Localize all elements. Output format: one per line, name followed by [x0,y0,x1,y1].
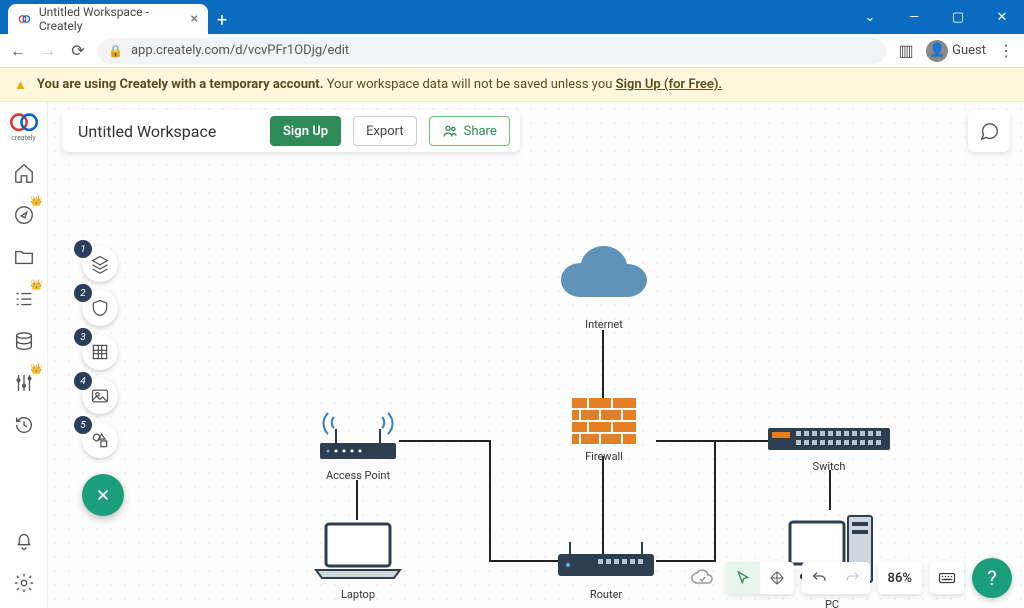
help-button[interactable]: ? [972,558,1012,598]
shape-access-point[interactable]: Access Point [314,407,402,482]
reload-icon[interactable]: ⟳ [68,41,88,61]
back-icon[interactable]: ← [8,41,28,61]
shape-firewall[interactable]: Firewall [572,398,636,463]
redo-button [836,562,870,594]
workspace-topbar: Untitled Workspace Sign Up Export Share [62,110,520,152]
shapes-button[interactable]: 5 [82,422,118,458]
connector[interactable] [656,440,716,442]
lock-icon: 🔒 [108,44,123,58]
temp-account-banner: ▲ You are using Creately with a temporar… [0,68,1024,102]
cloud-sync-icon[interactable] [686,562,718,594]
connector[interactable] [602,330,604,398]
address-bar: ← → ⟳ 🔒 app.creately.com/d/vcvPFr1ODjg/e… [0,34,1024,68]
pointer-tool[interactable] [726,562,760,594]
kebab-menu-icon[interactable]: ⋮ [996,41,1016,61]
close-window-icon[interactable]: ✕ [980,0,1024,34]
cloud-icon [556,242,652,312]
shape-switch[interactable]: Switch [768,428,890,473]
firewall-icon [572,398,636,444]
avatar-icon: 👤 [926,40,948,62]
home-icon[interactable] [11,160,37,186]
banner-text: You are using Creately with a temporary … [37,77,722,92]
people-icon [442,123,458,139]
access-point-icon [314,407,402,463]
connector[interactable] [399,440,491,442]
creately-favicon [18,12,31,26]
list-icon[interactable]: 👑 [11,286,37,312]
minimize-icon[interactable]: — [892,0,936,34]
profile-label: Guest [952,43,986,58]
connector[interactable] [714,440,774,442]
warning-icon: ▲ [14,77,27,93]
share-button[interactable]: Share [429,116,510,146]
grid-button[interactable]: 3 [82,334,118,370]
floating-toolbar: 1 2 3 4 5 [82,198,124,516]
new-tab-button[interactable]: + [208,6,236,34]
connector[interactable] [714,440,716,562]
folder-icon[interactable] [11,244,37,270]
close-tab-icon[interactable]: × [191,11,198,27]
undo-button[interactable] [802,562,836,594]
tab-title: Untitled Workspace - Creately [39,5,183,33]
close-tools-button[interactable] [82,474,124,516]
left-sidebar: creately 👑 👑 👑 [0,68,48,608]
shape-internet[interactable]: Internet [556,242,652,331]
bottom-toolbar: 86% ? [686,558,1012,598]
main-area: Untitled Workspace Sign Up Export Share [48,68,1024,608]
connector[interactable] [356,480,358,520]
workspace-name[interactable]: Untitled Workspace [78,122,258,141]
signup-link[interactable]: Sign Up (for Free). [616,77,722,92]
diagram-canvas[interactable]: Internet Firewall [48,102,1024,608]
forward-icon: → [38,41,58,61]
export-button[interactable]: Export [353,116,417,146]
connector[interactable] [829,470,831,510]
browser-tab[interactable]: Untitled Workspace - Creately × [8,4,208,34]
zoom-level[interactable]: 86% [878,571,922,586]
caret-down-icon[interactable]: ⌄ [848,0,892,34]
switch-icon [768,428,890,454]
connector[interactable] [602,456,604,554]
layers-button[interactable]: 1 [82,246,118,282]
app-root: ▲ You are using Creately with a temporar… [0,68,1024,608]
laptop-icon [312,520,404,582]
sliders-icon[interactable]: 👑 [11,370,37,396]
profile-button[interactable]: 👤 Guest [926,40,986,62]
comments-button[interactable] [968,110,1010,152]
bell-icon[interactable] [11,528,37,554]
crown-icon: 👑 [30,196,42,207]
close-icon [94,486,112,504]
router-icon [556,542,656,582]
comment-icon [978,120,1000,142]
compass-icon[interactable]: 👑 [11,202,37,228]
database-icon[interactable] [11,328,37,354]
url-text: app.creately.com/d/vcvPFr1ODjg/edit [131,43,349,58]
shape-router[interactable]: Router [556,542,656,601]
window-controls: ⌄ — ▢ ✕ [848,0,1024,34]
pan-tool[interactable] [760,562,794,594]
shield-button[interactable]: 2 [82,290,118,326]
creately-logo[interactable]: creately [7,110,41,144]
crown-icon: 👑 [30,280,42,291]
browser-titlebar: Untitled Workspace - Creately × + ⌄ — ▢ … [0,0,1024,34]
history-icon[interactable] [11,412,37,438]
maximize-icon[interactable]: ▢ [936,0,980,34]
url-input[interactable]: 🔒 app.creately.com/d/vcvPFr1ODjg/edit [98,38,886,64]
connector[interactable] [489,440,491,562]
image-button[interactable]: 4 [82,378,118,414]
keyboard-icon[interactable] [930,562,964,594]
gear-icon[interactable] [11,570,37,596]
panel-icon[interactable]: ▥ [896,41,916,61]
shape-laptop[interactable]: Laptop [312,520,404,601]
crown-icon: 👑 [30,364,42,375]
signup-button[interactable]: Sign Up [270,116,341,146]
